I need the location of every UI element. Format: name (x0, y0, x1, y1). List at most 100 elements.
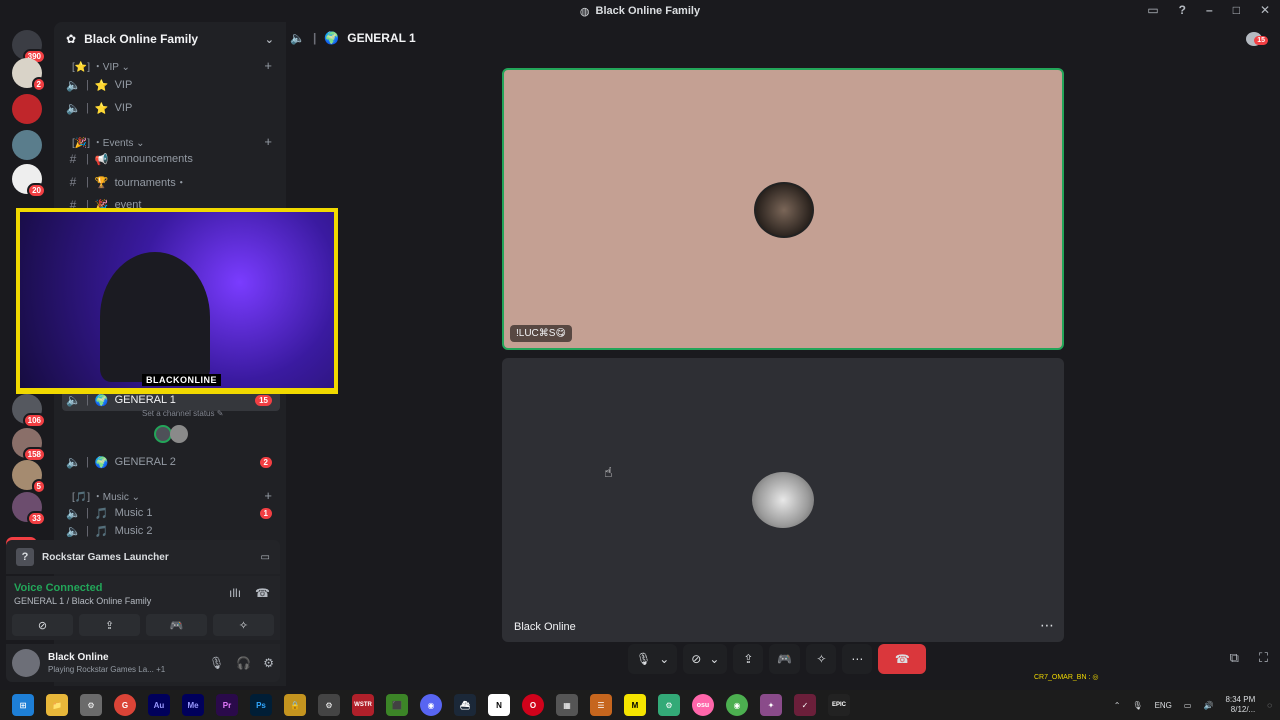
video-tile[interactable]: Black Online ⋯ (502, 358, 1064, 642)
windows-taskbar: ⊞ 📁 ⚙ G Au Me Pr Ps 🔒 ⚙ WSTR ⬛ ◉ ⛴ N O ▦… (0, 690, 1280, 720)
chevron-down-icon[interactable]: ⌄ (659, 652, 669, 666)
maximize-button[interactable]: □ (1233, 3, 1240, 17)
chevron-up-icon[interactable]: ⌃ (1114, 701, 1121, 710)
overlay-watermark: CR7_OMAR_BN : ◎ (1034, 674, 1099, 681)
minimize-button[interactable]: – (1206, 3, 1213, 17)
user-panel: Black Online Playing Rockstar Games La..… (6, 644, 280, 682)
app-icon[interactable]: ✓ (794, 694, 816, 716)
app-icon[interactable]: ⚙ (658, 694, 680, 716)
minecraft-icon[interactable]: ⬛ (386, 694, 408, 716)
clock[interactable]: 8:34 PM 8/12/... (1225, 695, 1255, 715)
disconnect-icon[interactable]: ☎ (255, 586, 270, 600)
channel-emoji: 🎵 (94, 525, 109, 538)
inbox-icon[interactable]: 15 (1246, 32, 1268, 46)
add-channel-icon[interactable]: + (264, 134, 272, 149)
microphone-icon[interactable]: 🎙 (1132, 701, 1142, 710)
activity-panel[interactable]: ? Rockstar Games Launcher ▭ (6, 540, 280, 574)
headphones-icon[interactable]: 🎧 (236, 656, 251, 670)
notion-icon[interactable]: N (488, 694, 510, 716)
premiere-icon[interactable]: Pr (216, 694, 238, 716)
server-icon[interactable] (12, 130, 42, 160)
call-controls: 🎙 ⌄ ⊘ ⌄ ⇪ 🎮 ✧ ⋯ ☎ (628, 642, 927, 676)
screen-share-icon[interactable]: ▭ (261, 552, 270, 563)
camera-button[interactable]: ⊘ (12, 614, 73, 636)
voice-locked-icon: 🔈 (66, 101, 81, 115)
settings-icon[interactable]: ⚙ (80, 694, 102, 716)
activities-button[interactable]: 🎮 (769, 644, 801, 674)
server-icon[interactable]: 106 (12, 394, 46, 428)
opera-icon[interactable]: O (522, 694, 544, 716)
discord-icon[interactable]: ◉ (420, 694, 442, 716)
cast-icon[interactable]: ▭ (1147, 3, 1158, 17)
epic-games-icon[interactable]: EPIC (828, 694, 850, 716)
share-screen-button[interactable]: ⇪ (733, 644, 764, 674)
soundboard-button[interactable]: ✧ (806, 644, 837, 674)
add-channel-icon[interactable]: + (264, 58, 272, 73)
start-button[interactable]: ⊞ (12, 694, 34, 716)
notifications-icon[interactable]: ◌ (1267, 701, 1272, 710)
help-icon[interactable]: ? (1179, 3, 1186, 17)
channel-announcements[interactable]: # | 📢 announcements (62, 148, 280, 170)
category-music[interactable]: [🎵] ・Music ⌄ + (72, 488, 272, 503)
add-channel-icon[interactable]: + (264, 488, 272, 503)
language-indicator[interactable]: ENG (1155, 701, 1172, 710)
disconnect-button[interactable]: ☎ (878, 644, 927, 674)
channel-status[interactable]: Set a channel status ✎ (142, 409, 223, 418)
server-icon[interactable]: 5 (12, 460, 46, 494)
category-events[interactable]: [🎉] ・Events ⌄ + (72, 134, 272, 149)
miro-icon[interactable]: M (624, 694, 646, 716)
channel-tournaments[interactable]: # | 🏆 tournaments・ (62, 171, 280, 193)
server-icon[interactable]: 2 (12, 58, 46, 92)
network-icon[interactable]: ▭ (1184, 701, 1192, 710)
channel-music-2[interactable]: 🔈 | 🎵 Music 2 (62, 525, 280, 537)
app-icon[interactable]: ✦ (760, 694, 782, 716)
activities-button[interactable]: 🎮 (146, 614, 207, 636)
camera-toggle-button[interactable]: ⊘ ⌄ (683, 644, 728, 674)
close-button[interactable]: ✕ (1260, 3, 1270, 17)
microphone-toggle-button[interactable]: 🎙 ⌄ (628, 644, 678, 674)
app-icon[interactable]: ◉ (726, 694, 748, 716)
server-icon[interactable]: 20 (12, 164, 46, 198)
server-icon[interactable]: 158 (12, 428, 46, 462)
voicemeeter-icon[interactable]: WSTR (352, 694, 374, 716)
channel-emoji: 🌍 (94, 456, 109, 469)
direct-messages-icon[interactable]: 390 (12, 30, 46, 64)
channel-music-1[interactable]: 🔈 | 🎵 Music 11 (62, 502, 280, 524)
guild-header[interactable]: ✿ Black Online Family ⌄ (54, 22, 286, 56)
more-button[interactable]: ⋯ (842, 644, 873, 674)
app-icon[interactable]: ☰ (590, 694, 612, 716)
steam-icon[interactable]: ⛴ (454, 694, 476, 716)
noise-suppression-icon[interactable]: ıllı (229, 586, 241, 600)
speaker-icon: 🔈 (66, 506, 81, 520)
app-icon[interactable]: ▦ (556, 694, 578, 716)
popout-icon[interactable]: ⧉ (1230, 650, 1239, 666)
share-screen-button[interactable]: ⇪ (79, 614, 140, 636)
osu-icon[interactable]: osu (692, 694, 714, 716)
audition-icon[interactable]: Au (148, 694, 170, 716)
lock-app-icon[interactable]: 🔒 (284, 694, 306, 716)
server-icon[interactable] (12, 94, 42, 124)
channel-vip-1[interactable]: 🔈 | ⭐ VIP (62, 74, 280, 96)
category-vip[interactable]: [⭐] ・VIP ⌄ + (72, 58, 272, 73)
system-tray: ⌃ 🎙 ENG ▭ 🔊 8:34 PM 8/12/... ◌ (1114, 690, 1272, 720)
chevron-down-icon[interactable]: ⌄ (709, 652, 719, 666)
fullscreen-icon[interactable]: ⛶ (1259, 650, 1268, 666)
channel-general-2[interactable]: 🔈 | 🌍 GENERAL 22 (62, 451, 280, 473)
server-icon[interactable]: 33 (12, 492, 46, 526)
gear-icon[interactable]: ⚙ (263, 656, 274, 670)
microphone-icon[interactable]: 🎙 (209, 656, 224, 670)
video-tile-speaking[interactable]: !LUC⌘S😋 (502, 68, 1064, 350)
avatar[interactable] (12, 649, 40, 677)
title-bar: ◍ Black Online Family ▭ ? – □ ✕ (0, 0, 1280, 22)
soundboard-button[interactable]: ✧ (213, 614, 274, 636)
chrome-icon[interactable]: G (114, 694, 136, 716)
app-icon[interactable]: ⚙ (318, 694, 340, 716)
voice-user-avatar[interactable] (170, 425, 188, 443)
media-encoder-icon[interactable]: Me (182, 694, 204, 716)
file-explorer-icon[interactable]: 📁 (46, 694, 68, 716)
photoshop-icon[interactable]: Ps (250, 694, 272, 716)
volume-icon[interactable]: 🔊 (1203, 701, 1213, 710)
more-options-icon[interactable]: ⋯ (1040, 617, 1054, 634)
username[interactable]: Black Online (48, 652, 165, 663)
channel-vip-2[interactable]: 🔈 | ⭐ VIP (62, 97, 280, 119)
